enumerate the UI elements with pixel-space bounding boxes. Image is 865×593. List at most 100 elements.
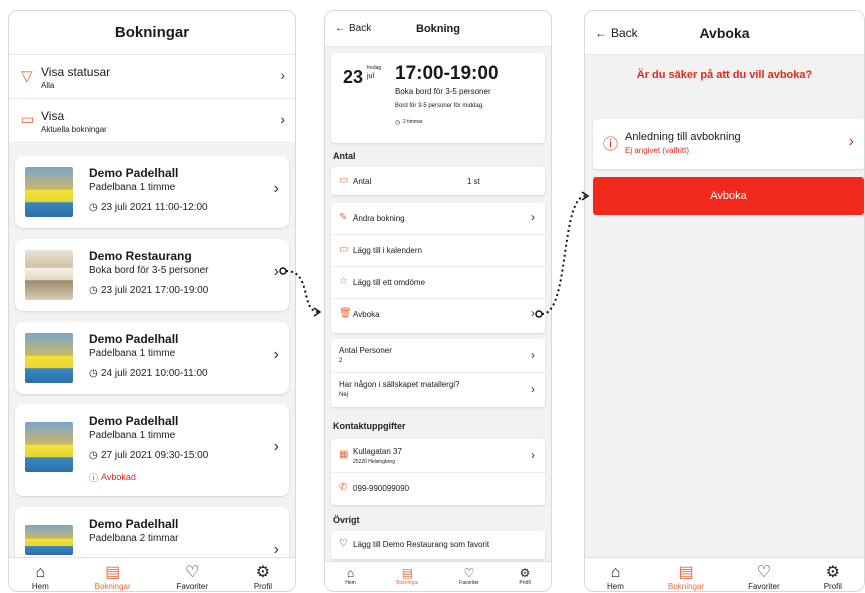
tab-bookings[interactable]: ▤ Bokningar <box>396 566 419 586</box>
booking-title: Demo Padelhall <box>89 332 179 346</box>
tab-favorites[interactable]: ♡ Favoriter <box>176 564 208 591</box>
clock-icon: ◷ <box>89 450 98 461</box>
cancel-screen: ← Back Avboka Är du säker på att du vill… <box>584 10 865 592</box>
booking-product: Padelbana 1 timme <box>89 430 176 441</box>
chevron-right-icon: › <box>531 306 535 320</box>
clock-icon: ◷ <box>89 202 98 213</box>
tab-label: Hem <box>607 582 624 591</box>
back-button[interactable]: ← Back <box>335 23 371 34</box>
edit-booking-row[interactable]: ✎ Ändra bokning › <box>331 203 545 235</box>
booking-card[interactable]: Demo Restaurang Boka bord för 3-5 person… <box>15 239 289 311</box>
clock-icon: ◷ <box>395 120 401 126</box>
booking-title: Demo Padelhall <box>89 517 179 531</box>
reason-row[interactable]: ⓘ Anledning till avbokning Ej angivet (v… <box>593 119 864 169</box>
back-button[interactable]: ← Back <box>595 26 638 40</box>
tab-label: Profil <box>253 582 273 591</box>
booking-month: jul <box>367 73 375 80</box>
tab-profile[interactable]: ⚙ Profil <box>254 564 272 591</box>
booking-thumbnail <box>25 167 73 217</box>
booking-thumbnail <box>25 422 73 472</box>
tab-profile[interactable]: ⚙ Profil <box>519 566 530 586</box>
back-label: Back <box>611 25 638 40</box>
heart-icon: ♡ <box>756 564 772 581</box>
quantity-row: ▭ Antal 1 st <box>331 167 545 195</box>
tab-home[interactable]: ⌂ Hem <box>32 564 49 591</box>
trash-icon: 🗑︎ <box>339 308 352 319</box>
gear-icon: ⚙ <box>825 564 840 581</box>
booking-title: Demo Padelhall <box>89 414 179 428</box>
booking-product: Padelbana 1 timme <box>89 182 176 193</box>
filter-view-row[interactable]: ▭ Visa Aktuella bokningar › <box>9 99 295 143</box>
chevron-right-icon: › <box>531 448 535 462</box>
question-label: Antal Personer <box>339 346 392 355</box>
address-street: Kullagatan 37 <box>353 447 402 456</box>
tab-label: Profil <box>519 580 531 586</box>
chevron-right-icon: › <box>273 346 279 363</box>
question-row[interactable]: Antal Personer 2 › <box>331 339 545 373</box>
tab-home[interactable]: ⌂ Hem <box>607 564 624 591</box>
filter-icon: ▽ <box>21 68 33 85</box>
cancel-booking-button[interactable]: Avboka <box>593 177 864 215</box>
booking-title: Demo Padelhall <box>89 166 179 180</box>
chevron-right-icon: › <box>531 348 535 362</box>
phone-number: 099-990099090 <box>353 484 410 493</box>
tab-favorites[interactable]: ♡ Favoriter <box>459 566 479 586</box>
tab-bookings[interactable]: ▤ Bokningar <box>95 564 131 591</box>
status-badge: Avbokad <box>101 472 136 482</box>
tab-bar: ⌂ Hem ▤ Bokningar ♡ Favoriter ⚙ Profil <box>9 557 295 591</box>
question-answer: Nej <box>339 392 349 398</box>
add-review-row[interactable]: ☆ Lägg till ett omdöme <box>331 267 545 299</box>
reason-value: Ej angivet (valfritt) <box>625 146 690 155</box>
action-label: Lägg till ett omdöme <box>353 278 426 287</box>
phone-row[interactable]: ✆ 099-990099090 <box>331 473 545 505</box>
tab-label: Favoriter <box>176 582 209 591</box>
action-label: Ändra bokning <box>353 214 405 223</box>
tab-profile[interactable]: ⚙ Profil <box>824 564 842 591</box>
chevron-right-icon: › <box>273 438 279 455</box>
action-label: Avboka <box>353 310 380 319</box>
booking-card[interactable]: Demo Padelhall Padelbana 1 timme ◷ 23 ju… <box>15 156 289 228</box>
add-to-calendar-row[interactable]: ▭ Lägg till i kalendern <box>331 235 545 267</box>
tab-bar: ⌂ Hem ▤ Bokningar ♡ Favoriter ⚙ Profil <box>585 557 864 591</box>
calendar-icon: ▭ <box>339 244 349 255</box>
tab-bookings[interactable]: ▤ Bokningar <box>668 564 704 591</box>
tab-home[interactable]: ⌂ Hem <box>345 566 356 586</box>
question-label: Har någon i sällskapet matallergi? <box>339 380 460 389</box>
gear-icon: ⚙ <box>519 566 531 580</box>
tab-favorites[interactable]: ♡ Favoriter <box>748 564 780 591</box>
booking-product: Boka bord för 3-5 personer <box>395 87 491 96</box>
phone-icon: ✆ <box>339 482 348 493</box>
heart-icon: ♡ <box>185 564 200 581</box>
section-other: Övrigt <box>333 515 360 525</box>
chevron-right-icon: › <box>531 382 535 396</box>
arrow-left-icon: ← <box>335 23 345 34</box>
edit-icon: ✎ <box>339 212 348 223</box>
calendar-icon: ▭ <box>339 175 349 186</box>
action-label: Lägg till i kalendern <box>353 246 422 255</box>
home-icon: ⌂ <box>610 564 621 581</box>
cancel-booking-row[interactable]: 🗑︎ Avboka › <box>331 299 545 331</box>
favorite-row[interactable]: ♡ Lägg till Demo Restaurang som favorit <box>331 531 545 559</box>
booking-date: 23 juli 2021 11:00-12:00 <box>101 202 208 213</box>
calendar-icon: ▭ <box>21 111 35 127</box>
filter-status-label: Visa statusar <box>41 65 111 79</box>
tab-bar: ⌂ Hem ▤ Bokningar ♡ Favoriter ⚙ Profil <box>325 561 551 591</box>
chevron-right-icon: › <box>531 210 535 224</box>
gear-icon: ⚙ <box>255 564 271 581</box>
header: ← Back Bokning <box>325 11 551 47</box>
quantity-label: Antal <box>353 177 372 186</box>
questions-card: Antal Personer 2 › Har någon i sällskape… <box>331 339 545 407</box>
cancelled-icon: ⓘ <box>89 473 99 483</box>
section-contact: Kontaktuppgifter <box>333 421 406 431</box>
section-antal: Antal <box>333 151 356 161</box>
filter-view-label: Visa <box>41 109 65 123</box>
booking-card[interactable]: Demo Padelhall Padelbana 1 timme ◷ 27 ju… <box>15 404 289 496</box>
calendar-icon: ▤ <box>105 564 121 581</box>
question-row[interactable]: Har någon i sällskapet matallergi? Nej › <box>331 373 545 407</box>
booking-product: Boka bord för 3-5 personer <box>89 265 209 276</box>
filter-view-value: Aktuella bokningar <box>41 125 107 134</box>
booking-card[interactable]: Demo Padelhall Padelbana 1 timme ◷ 24 ju… <box>15 322 289 394</box>
address-row[interactable]: ▦ Kullagatan 37 25220 Helsingborg › <box>331 439 545 473</box>
question-answer: 2 <box>339 358 343 364</box>
filter-status-row[interactable]: ▽ Visa statusar Alla › <box>9 55 295 99</box>
